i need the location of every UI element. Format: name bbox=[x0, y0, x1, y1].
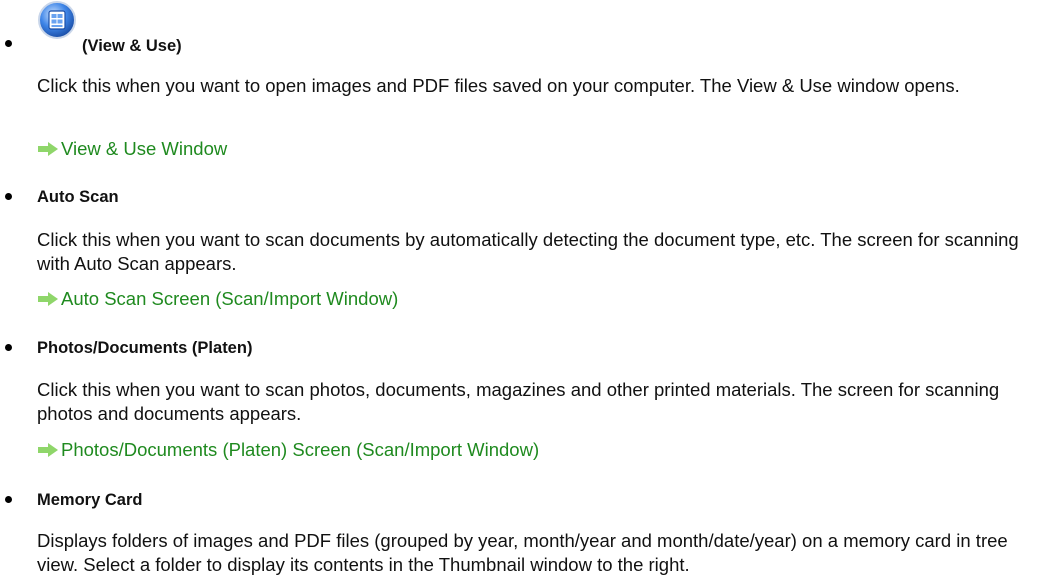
link-label: Auto Scan Screen (Scan/Import Window) bbox=[61, 288, 399, 309]
bullet bbox=[5, 496, 12, 503]
photos-documents-screen-link[interactable]: Photos/Documents (Platen) Screen (Scan/I… bbox=[37, 440, 539, 460]
help-page: (View & Use) Click this when you want to… bbox=[0, 0, 1049, 578]
auto-scan-screen-link[interactable]: Auto Scan Screen (Scan/Import Window) bbox=[37, 289, 398, 309]
arrow-right-icon bbox=[38, 292, 58, 306]
item-description: Click this when you want to scan documen… bbox=[37, 229, 1019, 274]
item-title: Memory Card bbox=[37, 491, 143, 509]
bullet bbox=[5, 344, 12, 351]
link-label: Photos/Documents (Platen) Screen (Scan/I… bbox=[61, 439, 540, 460]
item-description: Displays folders of images and PDF files… bbox=[37, 530, 1008, 575]
item-title: Auto Scan bbox=[37, 188, 119, 206]
item-description: Click this when you want to open images … bbox=[37, 75, 960, 96]
link-label: View & Use Window bbox=[61, 138, 228, 159]
arrow-right-icon bbox=[38, 443, 58, 457]
item-description: Click this when you want to scan photos,… bbox=[37, 379, 1000, 424]
item-title: Photos/Documents (Platen) bbox=[37, 339, 253, 357]
arrow-right-icon bbox=[38, 142, 58, 156]
view-use-icon bbox=[37, 0, 77, 40]
bullet bbox=[5, 40, 12, 47]
bullet bbox=[5, 193, 12, 200]
item-title: (View & Use) bbox=[82, 37, 182, 55]
view-use-window-link[interactable]: View & Use Window bbox=[37, 139, 227, 159]
